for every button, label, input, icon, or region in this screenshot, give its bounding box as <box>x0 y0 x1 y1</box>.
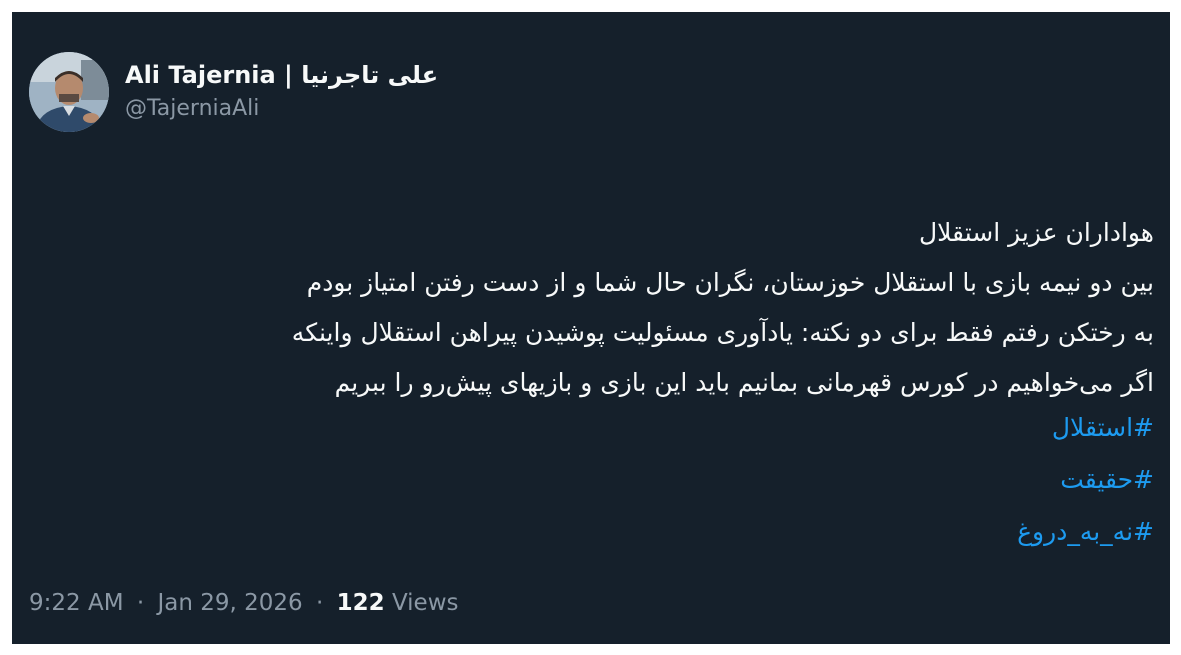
tweet-time[interactable]: 9:22 AM <box>29 590 124 616</box>
hashtag-link-na-be-dorough[interactable]: #نه_به_دروغ <box>1017 506 1154 558</box>
avatar-image <box>29 52 109 132</box>
tweet-text-line: اگر می‌خواهیم در کورس قهرمانی بمانیم بای… <box>334 368 1154 397</box>
author-names: Ali Tajernia | علی تاجرنیا @TajerniaAli <box>125 59 438 125</box>
tweet-text-line: هواداران عزیز استقلال <box>918 218 1154 247</box>
tweet-hashtags: #استقلال #حقیقت #نه_به_دروغ <box>1017 402 1154 558</box>
hashtag-link-haghighat[interactable]: #حقیقت <box>1017 454 1154 506</box>
tweet-text-line: بین دو نیمه بازی با استقلال خوزستان، نگر… <box>306 268 1154 297</box>
avatar[interactable] <box>29 52 109 132</box>
tweet-text-line: به رختکن رفتم فقط برای دو نکته: یادآوری … <box>291 318 1154 347</box>
author-display-name[interactable]: Ali Tajernia | علی تاجرنیا <box>125 59 438 91</box>
tweet-header: Ali Tajernia | علی تاجرنیا @TajerniaAli <box>29 52 438 132</box>
meta-separator: · <box>136 590 145 616</box>
views-count[interactable]: 122 <box>337 590 385 616</box>
tweet-card: Ali Tajernia | علی تاجرنیا @TajerniaAli … <box>12 12 1170 644</box>
tweet-date[interactable]: Jan 29, 2026 <box>157 590 302 616</box>
views-label: Views <box>391 590 459 616</box>
tweet-meta: 9:22 AM · Jan 29, 2026 · 122 Views <box>29 590 459 616</box>
hashtag-link-esteghlal[interactable]: #استقلال <box>1017 402 1154 454</box>
meta-separator: · <box>315 590 324 616</box>
tweet-text: هواداران عزیز استقلال بین دو نیمه بازی ب… <box>34 208 1154 408</box>
author-handle[interactable]: @TajerniaAli <box>125 93 438 125</box>
